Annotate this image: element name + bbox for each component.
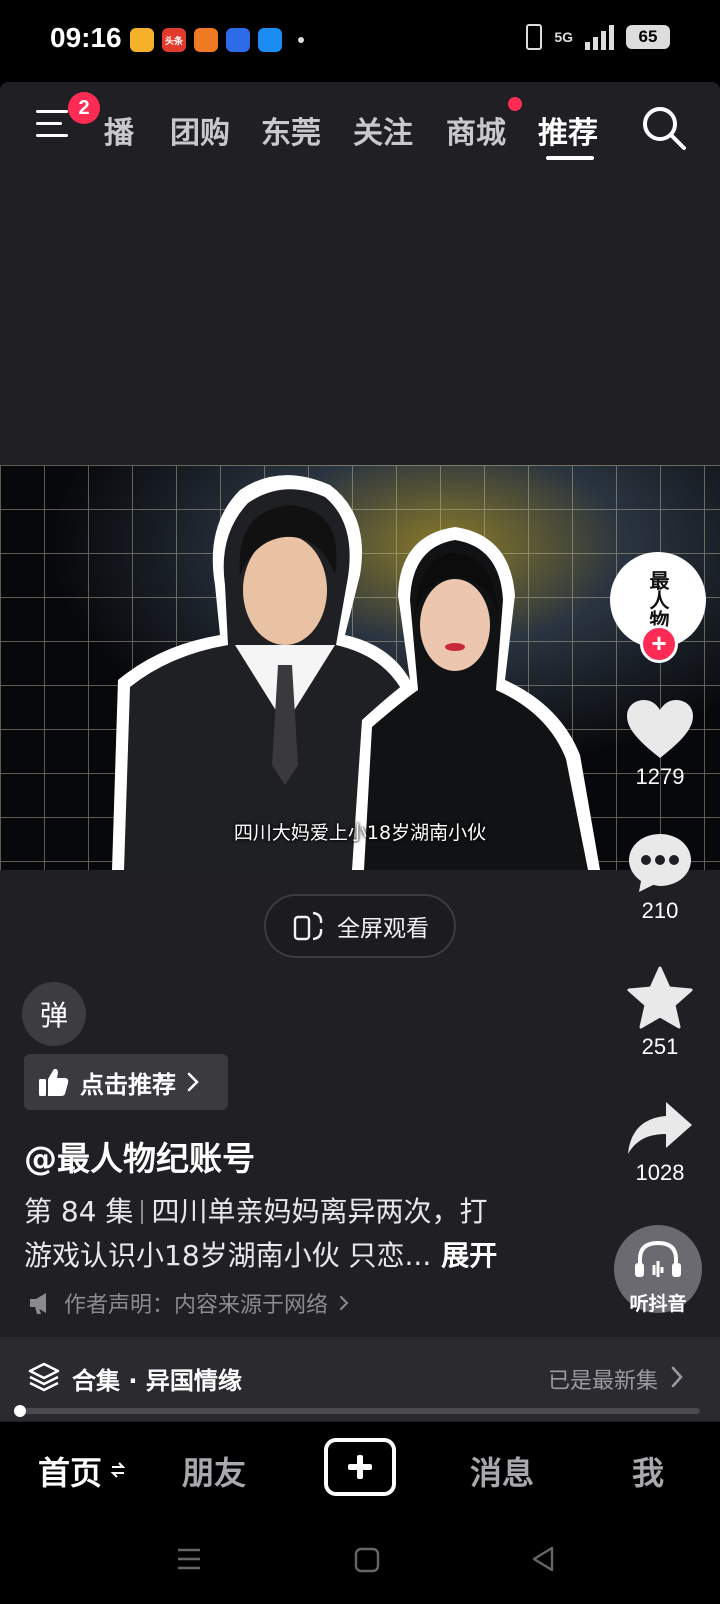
author-name[interactable]: @最人物纪账号 bbox=[24, 1132, 255, 1180]
listen-label: 听抖音 bbox=[629, 1293, 687, 1315]
description-text-2: 游戏认识小18岁湖南小伙 只恋... bbox=[24, 1239, 432, 1272]
chevron-right-icon bbox=[340, 1296, 349, 1310]
active-tab-indicator bbox=[546, 156, 594, 160]
tab-live[interactable]: 播 bbox=[104, 108, 134, 152]
system-indicators: 5G 65 bbox=[526, 24, 670, 50]
danmaku-toggle-button[interactable]: 弹 bbox=[22, 982, 86, 1046]
follow-button[interactable]: + bbox=[640, 625, 678, 663]
thumbs-up-icon bbox=[39, 1068, 69, 1096]
system-nav-bar bbox=[0, 1517, 720, 1604]
network-type: 5G bbox=[554, 29, 573, 45]
video-progress-bar[interactable] bbox=[20, 1408, 700, 1414]
episode-separator bbox=[141, 1200, 144, 1224]
layers-icon bbox=[28, 1362, 60, 1392]
share-button[interactable]: 1028 bbox=[615, 1100, 705, 1186]
star-icon bbox=[627, 966, 693, 1029]
tab-local[interactable]: 东莞 bbox=[261, 108, 321, 152]
signal-icon bbox=[585, 24, 614, 50]
heart-icon bbox=[627, 700, 693, 758]
headphones-icon bbox=[635, 1240, 681, 1277]
home-system-icon[interactable] bbox=[354, 1547, 380, 1573]
tab-messages[interactable]: 消息 bbox=[470, 1448, 534, 1494]
search-icon[interactable] bbox=[640, 104, 688, 152]
tab-home-label: 首页 bbox=[38, 1454, 103, 1492]
tab-home[interactable]: 首页 bbox=[38, 1448, 102, 1494]
description-text-1: 四川单亲妈妈离异两次，打 bbox=[151, 1195, 488, 1228]
fullscreen-button[interactable]: 全屏观看 bbox=[264, 894, 456, 958]
create-button[interactable] bbox=[324, 1438, 396, 1496]
tab-recommend[interactable]: 推荐 bbox=[538, 108, 598, 152]
description-line-2: 游戏认识小18岁湖南小伙 只恋... 展开 bbox=[24, 1234, 564, 1278]
chevron-right-icon bbox=[187, 1072, 199, 1092]
favorite-count: 251 bbox=[641, 1034, 679, 1059]
chevron-right-icon bbox=[671, 1366, 683, 1388]
tab-mall[interactable]: 商城 bbox=[446, 108, 506, 152]
menu-badge: 2 bbox=[68, 92, 100, 124]
favorite-button[interactable]: 251 bbox=[615, 966, 705, 1060]
feishu-app-icon bbox=[258, 28, 282, 52]
danmaku-label: 弹 bbox=[39, 999, 68, 1032]
expand-link[interactable]: 展开 bbox=[441, 1239, 497, 1272]
notes-app-icon bbox=[130, 28, 154, 52]
plus-icon bbox=[348, 1455, 372, 1479]
disclaimer-text: 作者声明：内容来源于网络 bbox=[64, 1293, 329, 1318]
recent-apps-icon[interactable] bbox=[176, 1547, 202, 1571]
comment-button[interactable]: 210 bbox=[615, 832, 705, 924]
fullscreen-label: 全屏观看 bbox=[337, 916, 429, 942]
toutiao-app-icon: 头条 bbox=[162, 28, 186, 52]
like-count: 1279 bbox=[635, 764, 685, 789]
megaphone-icon bbox=[30, 1293, 46, 1314]
tab-friends[interactable]: 朋友 bbox=[182, 1448, 246, 1494]
baidu-app-icon bbox=[226, 28, 250, 52]
like-button[interactable]: 1279 bbox=[615, 700, 705, 790]
status-bar: 09:16 头条 5G 65 bbox=[0, 0, 720, 82]
video-app-icon bbox=[194, 28, 218, 52]
switch-arrows-icon[interactable] bbox=[110, 1460, 126, 1480]
recommend-button[interactable]: 点击推荐 bbox=[24, 1054, 228, 1110]
recommend-label: 点击推荐 bbox=[80, 1070, 176, 1099]
notification-icons: 头条 bbox=[130, 28, 304, 52]
status-time: 09:16 bbox=[50, 22, 122, 53]
rotate-screen-icon bbox=[293, 911, 323, 941]
video-frame-image bbox=[0, 465, 720, 870]
collection-title: 合集 · 异国情缘 bbox=[72, 1367, 242, 1395]
progress-handle[interactable] bbox=[14, 1405, 26, 1417]
tab-me[interactable]: 我 bbox=[632, 1448, 664, 1494]
episode-label: 第 84 集 bbox=[24, 1195, 134, 1228]
tab-following[interactable]: 关注 bbox=[353, 108, 413, 152]
tab-group-buy[interactable]: 团购 bbox=[170, 108, 230, 152]
vibrate-icon bbox=[526, 24, 543, 50]
menu-button[interactable] bbox=[32, 110, 72, 144]
video-caption: 四川大妈爱上小18岁湖南小伙 bbox=[233, 822, 487, 844]
comment-icon bbox=[629, 834, 691, 892]
comment-count: 210 bbox=[641, 898, 679, 923]
video-player[interactable] bbox=[0, 465, 720, 870]
share-count: 1028 bbox=[635, 1160, 685, 1185]
battery-icon: 65 bbox=[626, 25, 670, 49]
more-notifications-dot bbox=[298, 37, 304, 43]
share-icon bbox=[628, 1102, 692, 1154]
video-description[interactable]: 第 84 集四川单亲妈妈离异两次，打 游戏认识小18岁湖南小伙 只恋... 展开 bbox=[24, 1190, 564, 1278]
description-line-1: 第 84 集四川单亲妈妈离异两次，打 bbox=[24, 1190, 564, 1234]
mall-red-dot bbox=[508, 97, 522, 111]
collection-status: 已是最新集 bbox=[547, 1369, 658, 1394]
back-icon[interactable] bbox=[530, 1545, 556, 1573]
author-disclaimer[interactable]: 作者声明：内容来源于网络 bbox=[28, 1287, 350, 1319]
